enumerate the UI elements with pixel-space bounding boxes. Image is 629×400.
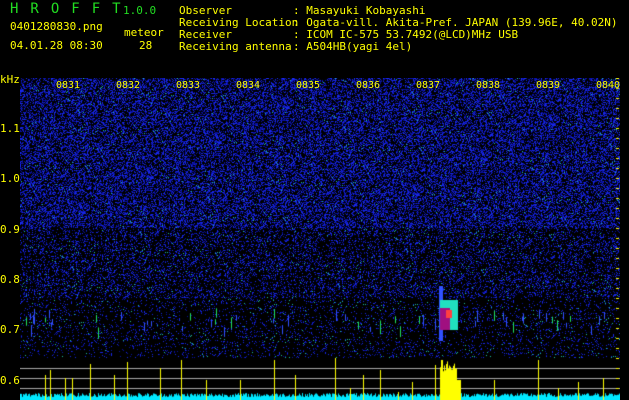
- datetime: 04.01.28 08:30: [10, 39, 103, 52]
- y-tick-label: 0.8: [0, 272, 20, 286]
- y-tick-label: 1.1: [0, 122, 20, 135]
- y-unit-label: kHz: [0, 73, 20, 86]
- y-tick-label: 1.0: [0, 172, 20, 186]
- info-label-antenna: Receiving antenna: [179, 40, 292, 53]
- y-tick-label: 0.6: [0, 373, 20, 387]
- y-tick-label: 0.9: [0, 222, 20, 236]
- time-tick-label: 0839: [536, 80, 561, 91]
- y-tick-label: 0.7: [0, 323, 20, 337]
- time-tick-label: 0834: [236, 80, 261, 91]
- time-tick-label: 0840: [596, 80, 621, 91]
- time-tick-label: 0836: [356, 80, 381, 91]
- time-tick-label: 0833: [176, 80, 201, 91]
- app-version: 1.0.0: [123, 4, 157, 17]
- meteor-label: meteor: [124, 26, 164, 39]
- spectrogram: [20, 78, 620, 400]
- filename: 0401280830.png: [10, 20, 103, 33]
- time-tick-label: 0838: [476, 80, 501, 91]
- time-tick-label: 0832: [116, 80, 141, 91]
- time-tick-label: 0837: [416, 80, 441, 91]
- app-brand: HROFFT: [10, 1, 133, 17]
- time-tick-label: 0835: [296, 80, 321, 91]
- info-value-antenna: : A504HB(yagi 4el): [293, 40, 413, 53]
- time-tick-label: 0831: [56, 80, 81, 91]
- meteor-count: 28: [139, 39, 153, 52]
